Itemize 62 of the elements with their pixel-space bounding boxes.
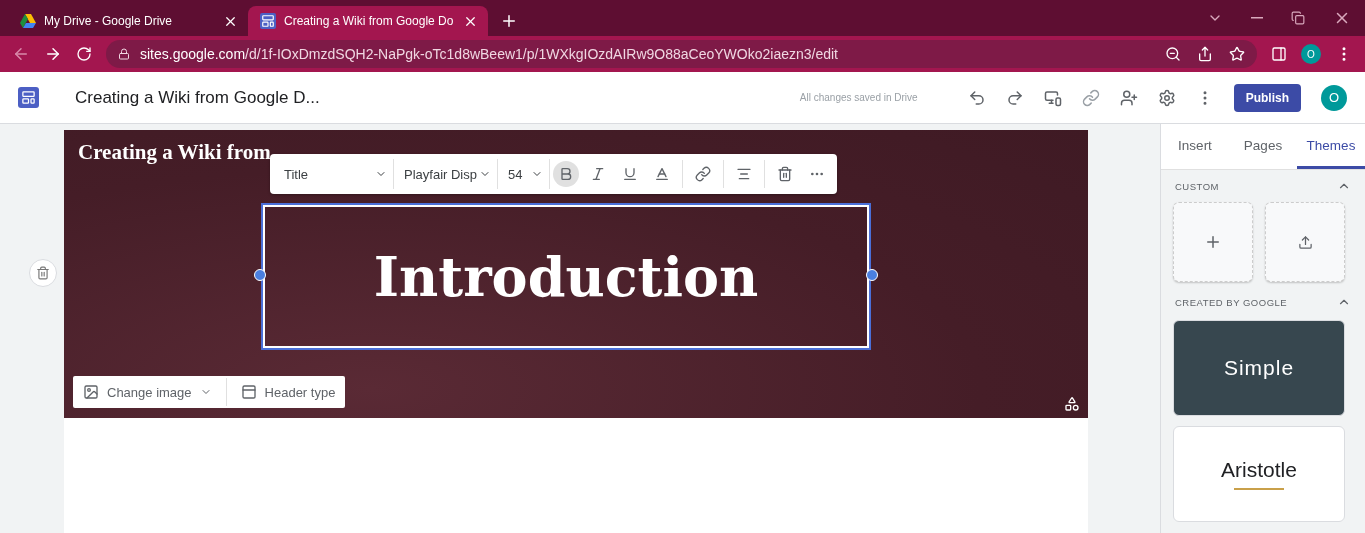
panel-tab[interactable]: Insert xyxy=(1161,124,1229,169)
italic-icon xyxy=(590,166,606,182)
side-panel-icon[interactable] xyxy=(1271,46,1287,62)
resize-handle[interactable] xyxy=(254,269,266,281)
size-dropdown[interactable]: 54 xyxy=(498,159,550,189)
address-bar[interactable]: sites.google.com/d/1f-IOxDmzdSQH2-NaPgk-oTc1d8wBeew1/p/1WXkgIOzdAIRw9O88aCeoYWOko2iaezn3/edit xyxy=(106,40,1257,68)
undo-icon[interactable] xyxy=(967,88,986,107)
upload-icon xyxy=(1297,234,1313,250)
underline-accent xyxy=(1234,488,1284,490)
share-icon[interactable] xyxy=(1197,46,1213,62)
theme-card[interactable]: Aristotle xyxy=(1173,426,1345,522)
redo-icon[interactable] xyxy=(1005,88,1024,107)
change-image-button[interactable]: Change image xyxy=(73,376,222,408)
font-dropdown[interactable]: Playfair Disp xyxy=(394,159,498,189)
theme-card[interactable]: Simple xyxy=(1173,320,1345,416)
text-color-icon xyxy=(654,166,670,182)
tab-title: Creating a Wiki from Google Do xyxy=(284,14,455,28)
bold-button[interactable] xyxy=(553,161,579,187)
panel-tab[interactable]: Pages xyxy=(1229,124,1297,169)
publish-button[interactable]: Publish xyxy=(1233,83,1301,112)
align-center-icon xyxy=(736,166,752,182)
restore-icon xyxy=(1291,11,1305,25)
trash-icon xyxy=(777,166,793,182)
shapes-icon[interactable] xyxy=(1064,396,1080,412)
lock-icon xyxy=(118,48,130,60)
add-person-icon[interactable] xyxy=(1119,88,1138,107)
forward-icon[interactable] xyxy=(44,45,62,63)
resize-handle[interactable] xyxy=(866,269,878,281)
star-icon[interactable] xyxy=(1229,46,1245,62)
title-text-box[interactable]: Introduction xyxy=(261,203,871,350)
bold-icon xyxy=(558,166,574,182)
sites-logo-icon xyxy=(18,87,39,108)
header-type-button[interactable]: Header type xyxy=(230,376,346,408)
image-icon xyxy=(83,384,99,400)
url-text: sites.google.com/d/1f-IOxDmzdSQH2-NaPgk-oTc1d8wBeew1/p/1WXkgIOzdAIRw9O88aCeoYWOko2iaezn3/edit xyxy=(140,46,838,62)
section-header[interactable]: CUSTOM xyxy=(1173,170,1353,202)
zoom-out-icon[interactable] xyxy=(1165,46,1181,62)
page-layout-icon xyxy=(260,13,276,29)
header-layout-icon xyxy=(240,384,257,400)
browser-tab[interactable]: Creating a Wiki from Google Do xyxy=(248,6,488,36)
new-tab-icon[interactable] xyxy=(500,12,518,30)
settings-icon[interactable] xyxy=(1157,88,1176,107)
triangle-logo-icon xyxy=(20,14,36,28)
section-header[interactable]: CREATED BY GOOGLE xyxy=(1173,286,1353,318)
site-name: Creating a Wiki from Google D... xyxy=(75,87,320,108)
style-dropdown[interactable]: Title xyxy=(274,159,394,189)
page-heading: Introduction xyxy=(373,244,759,309)
devices-icon[interactable] xyxy=(1043,88,1062,107)
back-icon[interactable] xyxy=(12,45,30,63)
plus-icon xyxy=(1204,233,1222,251)
trash-icon xyxy=(36,266,50,280)
delete-section-button[interactable] xyxy=(29,259,57,287)
theme-name: Aristotle xyxy=(1221,458,1297,482)
browser-tab[interactable]: My Drive - Google Drive xyxy=(8,6,248,36)
link-icon xyxy=(695,166,711,182)
site-title: Creating a Wiki from xyxy=(77,139,271,165)
save-status: All changes saved in Drive xyxy=(799,92,918,103)
reload-icon[interactable] xyxy=(76,46,92,62)
link-icon[interactable] xyxy=(1081,88,1100,107)
theme-name: Simple xyxy=(1223,356,1295,380)
tab-title: My Drive - Google Drive xyxy=(44,14,174,28)
underline-icon xyxy=(622,166,638,182)
